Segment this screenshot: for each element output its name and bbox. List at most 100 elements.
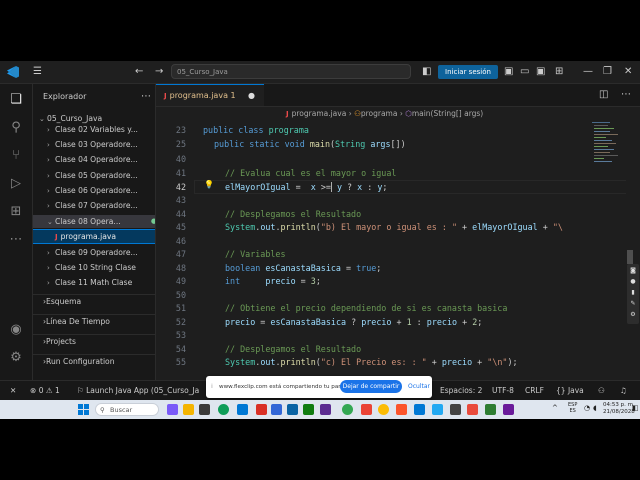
- eol-status[interactable]: CRLF: [525, 381, 544, 400]
- forward-arrow-icon[interactable]: →: [155, 65, 163, 79]
- more-views-icon[interactable]: ⋯: [6, 230, 26, 250]
- tree-folder[interactable]: › Clase 09 Operadore...: [33, 246, 155, 259]
- vscode-logo-icon[interactable]: [6, 65, 20, 79]
- unsaved-dot-icon[interactable]: ●: [248, 85, 255, 107]
- taskbar-clock[interactable]: 04:53 p. m. 21/08/2028: [603, 402, 635, 416]
- chrome-icon[interactable]: [378, 404, 389, 415]
- code-line[interactable]: boolean esCanastaBasica = true;: [225, 262, 381, 276]
- problems-indicator[interactable]: ⊗ 0 ⚠ 1: [30, 381, 60, 400]
- encoding-status[interactable]: UTF-8: [492, 381, 514, 400]
- app-icon[interactable]: [450, 404, 461, 415]
- code-editor[interactable]: 23 public class programa 25 public stati…: [156, 122, 626, 380]
- camera-icon[interactable]: ◙: [629, 267, 637, 275]
- section-timeline[interactable]: ›Línea De Tiempo: [33, 314, 155, 329]
- toggle-secondary-sidebar-icon[interactable]: ▣: [536, 65, 545, 79]
- remote-icon[interactable]: ✕: [10, 381, 16, 400]
- launch-config[interactable]: ⚐ Launch Java App (05_Curso_Ja: [77, 381, 199, 400]
- edge-icon[interactable]: [218, 404, 229, 415]
- windows-start-icon[interactable]: [78, 404, 89, 415]
- app-icon[interactable]: [303, 404, 314, 415]
- app-icon[interactable]: [342, 404, 353, 415]
- tray-chevron-icon[interactable]: ^: [552, 404, 558, 412]
- account-icon[interactable]: ◉: [6, 320, 26, 340]
- notification-icon[interactable]: ◧: [632, 404, 639, 412]
- input-language[interactable]: ESP ES: [568, 402, 577, 414]
- back-arrow-icon[interactable]: ←: [135, 65, 143, 79]
- store-icon[interactable]: [237, 404, 248, 415]
- pause-icon[interactable]: ▮: [629, 289, 637, 297]
- tree-folder[interactable]: › Clase 06 Operadore...: [33, 184, 155, 197]
- code-line[interactable]: // Variables: [225, 248, 286, 262]
- split-editor-icon[interactable]: ◫: [599, 88, 608, 102]
- app-icon[interactable]: [320, 404, 331, 415]
- lightbulb-icon[interactable]: 💡: [204, 180, 214, 189]
- app-icon[interactable]: [287, 404, 298, 415]
- tree-folder-open[interactable]: ⌄Clase 08 Opera...●: [33, 215, 155, 228]
- drag-handle-icon[interactable]: ⁞: [211, 376, 213, 398]
- toggle-primary-sidebar-icon[interactable]: ▣: [504, 65, 513, 79]
- vscode-taskbar-icon[interactable]: [432, 404, 443, 415]
- app-icon[interactable]: [361, 404, 372, 415]
- tree-file-programa-java[interactable]: Jprograma.java1: [33, 229, 155, 244]
- code-line[interactable]: // Desplegamos el Resultado: [225, 343, 361, 357]
- gear-icon[interactable]: ⚙: [6, 348, 26, 368]
- source-control-icon[interactable]: ⑂: [6, 146, 26, 166]
- sticky-line[interactable]: public class programa: [203, 124, 309, 138]
- code-line[interactable]: System.out.println("c) El Precio es: : "…: [225, 356, 518, 370]
- explorer-icon[interactable]: ❏: [6, 90, 26, 110]
- run-debug-icon[interactable]: ▷: [6, 174, 26, 194]
- tree-folder[interactable]: › Clase 11 Math Clase: [33, 276, 155, 289]
- tree-folder[interactable]: › Clase 04 Operadore...: [33, 153, 155, 166]
- indentation-status[interactable]: Espacios: 2: [440, 381, 482, 400]
- app-icon[interactable]: [271, 404, 282, 415]
- breadcrumb-method[interactable]: main(String[] args): [412, 109, 483, 118]
- breadcrumb-class[interactable]: programa: [361, 109, 398, 118]
- tree-folder[interactable]: › Clase 02 Variables y...: [33, 123, 155, 136]
- language-mode[interactable]: {} Java: [556, 381, 584, 400]
- extensions-icon[interactable]: ⊞: [6, 202, 26, 222]
- volume-icon[interactable]: ◖: [593, 404, 597, 412]
- app-icon[interactable]: [503, 404, 514, 415]
- code-line[interactable]: System.out.println("b) El mayor o igual …: [225, 221, 563, 235]
- code-line[interactable]: int precio = 3;: [225, 275, 321, 289]
- brave-icon[interactable]: [396, 404, 407, 415]
- widgets-icon[interactable]: [167, 404, 178, 415]
- editor-scrollbar[interactable]: [626, 122, 634, 380]
- microphone-icon[interactable]: ●: [629, 278, 637, 286]
- section-esquema[interactable]: ›Esquema: [33, 294, 155, 309]
- app-icon[interactable]: [414, 404, 425, 415]
- more-actions-icon[interactable]: ⋯: [141, 90, 151, 104]
- task-view-icon[interactable]: [199, 404, 210, 415]
- hide-button[interactable]: Ocultar: [408, 376, 430, 398]
- tree-folder[interactable]: › Clase 03 Operadore...: [33, 138, 155, 151]
- stop-sharing-button[interactable]: Dejar de compartir: [340, 380, 402, 393]
- app-icon[interactable]: [467, 404, 478, 415]
- notifications-bell-icon[interactable]: ♫: [620, 381, 627, 400]
- feedback-icon[interactable]: ⚇: [598, 381, 605, 400]
- section-projects[interactable]: ›Projects: [33, 334, 155, 349]
- code-line[interactable]: elMayorOIgual = x >= y ? x : y;: [225, 181, 387, 195]
- code-line[interactable]: // Evalua cual es el mayor o igual: [225, 167, 396, 181]
- toggle-panel-icon[interactable]: ▭: [520, 65, 529, 79]
- tree-folder[interactable]: › Clase 05 Operadore...: [33, 169, 155, 182]
- file-explorer-icon[interactable]: [183, 404, 194, 415]
- search-icon[interactable]: ⚲: [6, 118, 26, 138]
- settings-icon[interactable]: ⚙: [629, 311, 637, 319]
- tree-folder[interactable]: › Clase 10 String Clase: [33, 261, 155, 274]
- code-line[interactable]: precio = esCanastaBasica ? precio + 1 : …: [225, 316, 482, 330]
- breadcrumb-file[interactable]: programa.java: [292, 109, 347, 118]
- app-icon[interactable]: [256, 404, 267, 415]
- more-actions-icon[interactable]: ⋯: [621, 88, 631, 102]
- scrollbar-thumb[interactable]: [627, 250, 633, 264]
- tab-programa-java[interactable]: Jprograma.java 1 ●: [156, 84, 264, 106]
- command-center-search[interactable]: 05_Curso_Java: [171, 64, 411, 79]
- close-window-icon[interactable]: ✕: [624, 65, 632, 79]
- minimap[interactable]: [592, 122, 622, 182]
- minimize-icon[interactable]: —: [583, 65, 593, 79]
- tree-folder[interactable]: › Clase 07 Operadore...: [33, 199, 155, 212]
- wifi-icon[interactable]: ◔: [584, 404, 590, 412]
- code-line[interactable]: // Obtiene el precio dependiendo de si e…: [225, 302, 507, 316]
- restore-icon[interactable]: ❐: [603, 65, 612, 79]
- signin-button[interactable]: Iniciar sesión: [438, 65, 498, 79]
- copilot-icon[interactable]: ◧: [422, 65, 431, 79]
